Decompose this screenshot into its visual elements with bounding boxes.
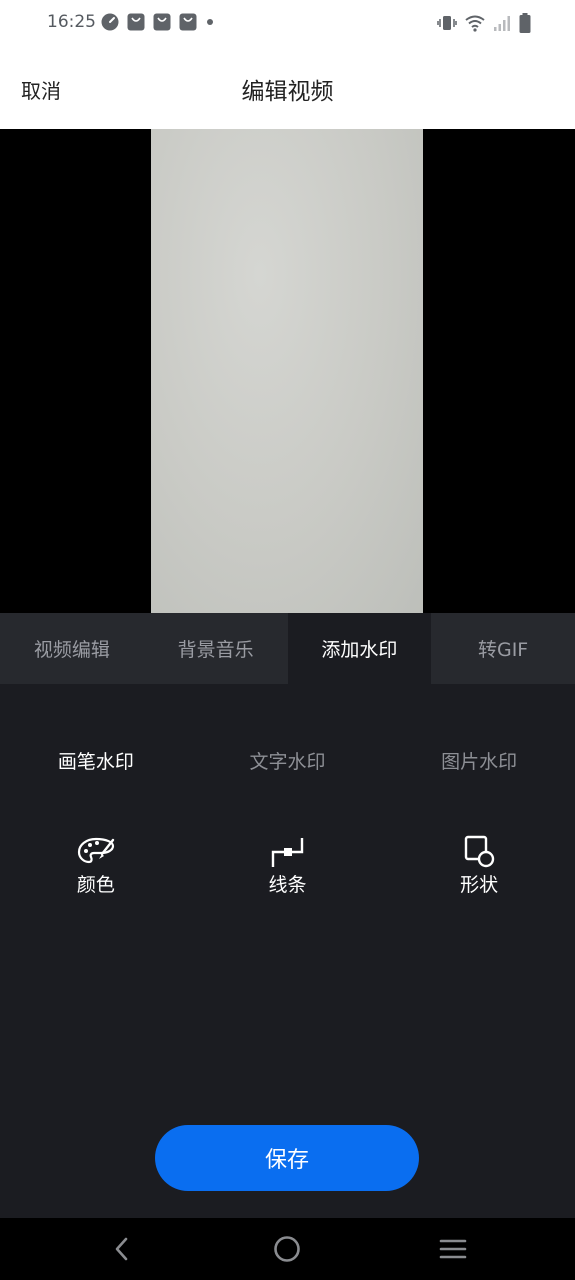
- status-time: 16:25: [47, 12, 96, 32]
- bag-icon: [127, 13, 145, 31]
- header: 取消 编辑视频: [0, 48, 575, 129]
- wifi-icon: [465, 15, 485, 32]
- subtab-text-watermark[interactable]: 文字水印: [192, 747, 384, 774]
- shape-tool-label: 形状: [460, 874, 499, 896]
- speedometer-icon: [101, 13, 119, 31]
- brush-tools: 颜色 线条 形状: [0, 834, 575, 897]
- navigation-bar: [0, 1218, 575, 1280]
- shape-tool[interactable]: 形状: [383, 834, 575, 897]
- watermark-subtabs: 画笔水印 文字水印 图片水印: [0, 747, 575, 774]
- dot-icon: [207, 19, 213, 25]
- battery-icon: [519, 13, 531, 33]
- palette-icon: [76, 834, 116, 870]
- save-button[interactable]: 保存: [155, 1125, 419, 1191]
- video-canvas[interactable]: [151, 129, 423, 613]
- video-frame: [151, 129, 423, 613]
- color-tool[interactable]: 颜色: [0, 834, 192, 897]
- menu-icon[interactable]: [437, 1234, 469, 1264]
- bag-icon: [153, 13, 171, 31]
- home-icon[interactable]: [271, 1234, 303, 1264]
- line-tool-label: 线条: [268, 874, 307, 896]
- tab-video-edit[interactable]: 视频编辑: [0, 613, 144, 684]
- bag-icon: [179, 13, 197, 31]
- line-icon: [268, 834, 308, 870]
- shape-icon: [459, 834, 499, 870]
- status-bar: 16:25: [0, 0, 575, 48]
- status-right-icons: [437, 13, 531, 33]
- editor-tabs: 视频编辑 背景音乐 添加水印 转GIF: [0, 613, 575, 684]
- tab-add-watermark[interactable]: 添加水印: [287, 613, 432, 684]
- signal-icon: [494, 16, 510, 31]
- subtab-brush-watermark[interactable]: 画笔水印: [0, 747, 192, 774]
- page-title: 编辑视频: [241, 79, 334, 105]
- subtab-image-watermark[interactable]: 图片水印: [383, 747, 575, 774]
- video-preview: [0, 129, 575, 613]
- back-icon[interactable]: [106, 1234, 138, 1264]
- vibrate-icon: [437, 16, 457, 30]
- color-tool-label: 颜色: [76, 874, 115, 896]
- line-tool[interactable]: 线条: [192, 834, 384, 897]
- status-left-icons: [101, 13, 215, 31]
- tab-background-music[interactable]: 背景音乐: [144, 613, 288, 684]
- watermark-panel: 画笔水印 文字水印 图片水印 颜色 线条 形状 保存: [0, 684, 575, 1218]
- tab-to-gif[interactable]: 转GIF: [431, 613, 575, 684]
